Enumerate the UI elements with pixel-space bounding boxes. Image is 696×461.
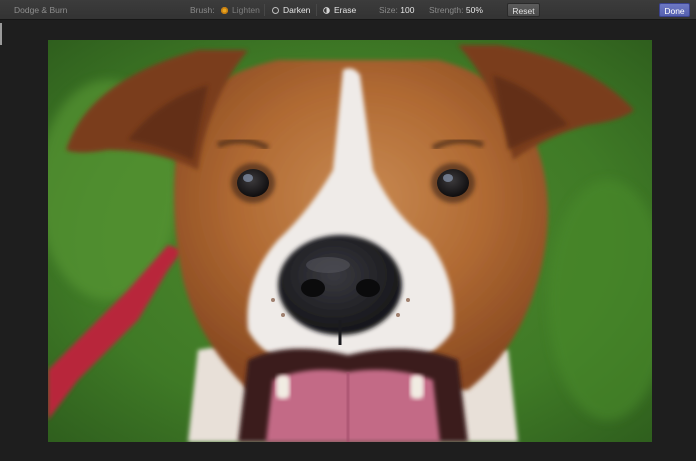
eraser-icon <box>323 6 330 14</box>
strength-value[interactable]: 50% <box>466 5 483 15</box>
strength-label: Strength: <box>429 5 464 15</box>
brush-label: Brush: <box>190 5 215 15</box>
dog-photo <box>48 40 652 442</box>
brush-darken-option[interactable]: Darken <box>272 0 310 20</box>
erase-label: Erase <box>334 5 357 15</box>
photo-canvas[interactable] <box>48 40 652 442</box>
divider <box>264 4 265 16</box>
toolbar: Dodge & Burn Brush: Lighten Darken Erase… <box>0 0 696 20</box>
brush-lighten-option[interactable]: Lighten <box>221 0 260 20</box>
radio-unselected-icon <box>272 6 279 14</box>
size-value[interactable]: 100 <box>400 5 414 15</box>
panel-edge-handle[interactable] <box>0 23 2 45</box>
brush-strength-control[interactable]: Strength: 50% <box>429 0 483 20</box>
brush-erase-option[interactable]: Erase <box>323 0 356 20</box>
darken-label: Darken <box>283 5 311 15</box>
lighten-label: Lighten <box>232 5 260 15</box>
brush-size-control[interactable]: Size: 100 <box>379 0 414 20</box>
radio-selected-icon <box>221 6 228 14</box>
size-label: Size: <box>379 5 398 15</box>
divider <box>316 4 317 16</box>
reset-button[interactable]: Reset <box>507 3 540 17</box>
app-title: Dodge & Burn <box>14 5 68 15</box>
done-button[interactable]: Done <box>659 3 690 17</box>
